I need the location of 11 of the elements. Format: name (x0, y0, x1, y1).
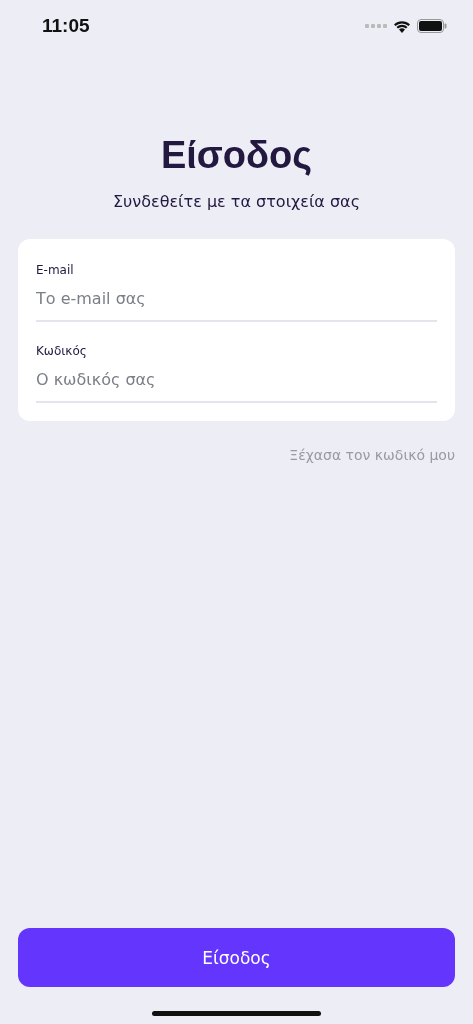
wifi-icon (393, 19, 411, 33)
login-button[interactable]: Είσοδος (18, 928, 455, 987)
page-subtitle: Συνδεθείτε με τα στοιχεία σας (111, 192, 362, 211)
page-title: Είσοδος (159, 133, 314, 178)
status-time: 11:05 (42, 15, 90, 37)
input-field[interactable]: Το e-mail σας (36, 285, 437, 322)
input-field[interactable]: Ο κωδικός σας (36, 366, 437, 403)
battery-icon (417, 19, 447, 33)
field-label: Κωδικός (36, 344, 88, 358)
field-label: E-mail (36, 263, 75, 277)
signal-icon (365, 23, 387, 29)
